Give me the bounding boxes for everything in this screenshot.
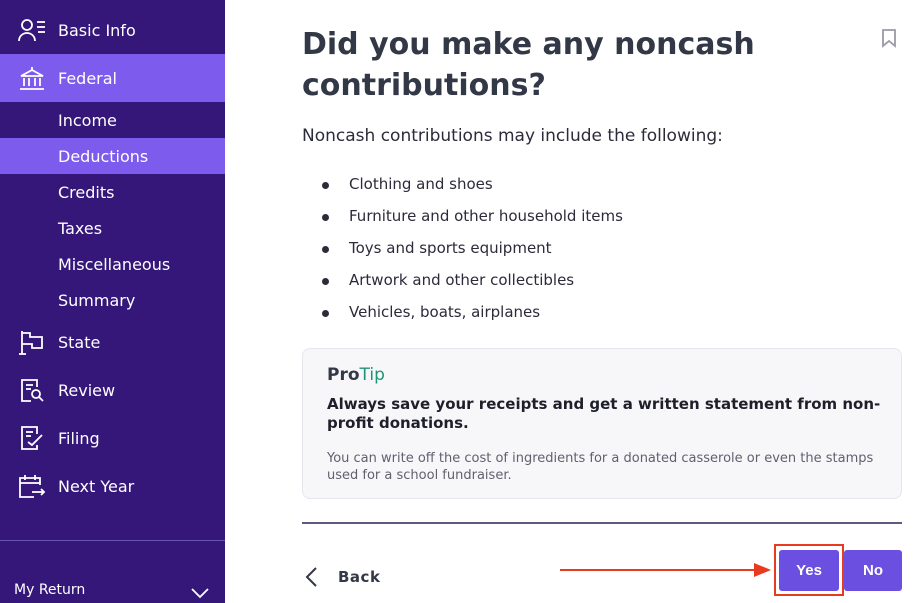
sidebar-item-label: Federal [58, 68, 117, 88]
sidebar-item-label: State [58, 332, 101, 352]
bookmark-icon[interactable] [881, 28, 897, 48]
sidebar-subitem-label: Summary [58, 290, 136, 310]
sidebar-item-label: Review [58, 380, 116, 400]
sidebar-subitem-summary[interactable]: Summary [0, 282, 225, 318]
sidebar-subitem-label: Income [58, 110, 117, 130]
bullet-list: Clothing and shoes Furniture and other h… [322, 172, 623, 332]
sidebar-item-federal[interactable]: Federal [0, 54, 225, 102]
back-label: Back [338, 568, 381, 586]
list-item: Artwork and other collectibles [322, 268, 623, 300]
document-check-icon [21, 426, 43, 450]
sidebar-item-state[interactable]: State [0, 318, 225, 366]
no-button[interactable]: No [844, 550, 902, 591]
sidebar-subitem-label: Credits [58, 182, 115, 202]
protip-pro: Pro [327, 365, 360, 385]
sidebar-subitem-income[interactable]: Income [0, 102, 225, 138]
user-list-icon [18, 19, 45, 42]
sidebar-item-label: Filing [58, 428, 100, 448]
list-item: Clothing and shoes [322, 172, 623, 204]
sidebar-item-label: Next Year [58, 476, 135, 496]
sidebar-item-label: Basic Info [58, 20, 136, 40]
document-search-icon [21, 379, 44, 402]
sidebar-item-filing[interactable]: Filing [0, 414, 225, 462]
protip-body: You can write off the cost of ingredient… [327, 451, 874, 483]
calendar-arrow-icon [19, 475, 46, 498]
flag-icon [19, 331, 43, 355]
list-item: Vehicles, boats, airplanes [322, 300, 623, 332]
my-return-label[interactable]: My Return [14, 582, 85, 598]
chevron-down-icon[interactable] [190, 586, 210, 600]
annotation-arrow-icon [560, 563, 771, 577]
protip-heading: ProTip [327, 365, 385, 385]
chevron-left-icon [305, 567, 317, 587]
sidebar-subitem-label: Miscellaneous [58, 254, 171, 274]
list-item: Toys and sports equipment [322, 236, 623, 268]
list-item: Furniture and other household items [322, 204, 623, 236]
protip-tip: Tip [359, 365, 385, 385]
back-button[interactable]: Back [302, 562, 380, 592]
sidebar-subitem-credits[interactable]: Credits [0, 174, 225, 210]
sidebar-divider [0, 540, 225, 541]
sidebar-item-next-year[interactable]: Next Year [0, 462, 225, 510]
sidebar: Basic Info Federal Income Deductions Cre… [0, 0, 225, 603]
sidebar-subitem-taxes[interactable]: Taxes [0, 210, 225, 246]
page-title: Did you make any noncash contributions? [302, 27, 755, 103]
sidebar-subitem-deductions[interactable]: Deductions [0, 138, 225, 174]
protip-card: ProTip Always save your receipts and get… [302, 348, 902, 499]
sidebar-subitem-miscellaneous[interactable]: Miscellaneous [0, 246, 225, 282]
sidebar-subitem-label: Deductions [58, 146, 149, 166]
intro-text: Noncash contributions may include the fo… [302, 126, 723, 146]
yes-button[interactable]: Yes [779, 550, 839, 591]
sidebar-item-review[interactable]: Review [0, 366, 225, 414]
bank-building-icon [20, 67, 44, 90]
protip-title: Always save your receipts and get a writ… [327, 395, 881, 432]
main-content: Did you make any noncash contributions? … [225, 0, 922, 603]
sidebar-subitem-label: Taxes [58, 218, 103, 238]
divider [302, 522, 902, 524]
sidebar-item-basic-info[interactable]: Basic Info [0, 6, 225, 54]
